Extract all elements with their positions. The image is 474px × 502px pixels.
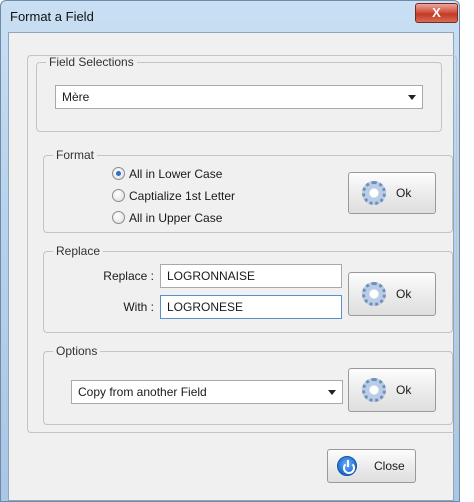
replace-input-value: LOGRONNAISE (167, 269, 256, 283)
replace-group: Replace Replace : LOGRONNAISE With : LOG… (43, 244, 453, 333)
options-ok-button[interactable]: Ok (348, 368, 436, 412)
close-button-label: Close (374, 459, 405, 473)
options-dropdown[interactable]: Copy from another Field (71, 380, 343, 404)
with-input[interactable]: LOGRONESE (160, 295, 342, 319)
replace-legend: Replace (53, 244, 104, 258)
window-close-button[interactable]: X (415, 3, 458, 23)
chevron-down-icon (328, 390, 336, 395)
radio-label-upper-case: All in Upper Case (129, 211, 223, 225)
format-legend: Format (53, 148, 98, 162)
gear-icon (362, 378, 386, 402)
window-title: Format a Field (10, 9, 94, 24)
options-dropdown-value: Copy from another Field (78, 385, 207, 399)
gear-icon (362, 282, 386, 306)
replace-ok-label: Ok (396, 287, 412, 301)
replace-input[interactable]: LOGRONNAISE (160, 264, 342, 288)
title-bar[interactable]: Format a Field X (1, 1, 459, 31)
radio-button-upper-case[interactable] (112, 211, 125, 224)
format-ok-button[interactable]: Ok (348, 172, 436, 214)
radio-button-lower-case[interactable] (112, 167, 125, 180)
replace-label: Replace : (103, 269, 154, 283)
gear-icon (362, 181, 386, 205)
with-label: With : (123, 300, 154, 314)
radio-button-capitalize-first[interactable] (112, 189, 125, 202)
format-ok-label: Ok (396, 186, 412, 200)
radio-label-lower-case: All in Lower Case (129, 167, 223, 181)
radio-label-capitalize-first: Captialize 1st Letter (129, 189, 236, 203)
with-input-value: LOGRONESE (167, 300, 244, 314)
close-button[interactable]: Close (327, 449, 416, 483)
options-legend: Options (53, 344, 101, 358)
format-group: Format All in Lower Case Captialize 1st … (43, 148, 453, 233)
power-icon (337, 456, 357, 476)
options-ok-label: Ok (396, 383, 412, 397)
options-group: Options Copy from another Field Ok (43, 344, 453, 425)
replace-ok-button[interactable]: Ok (348, 272, 436, 316)
